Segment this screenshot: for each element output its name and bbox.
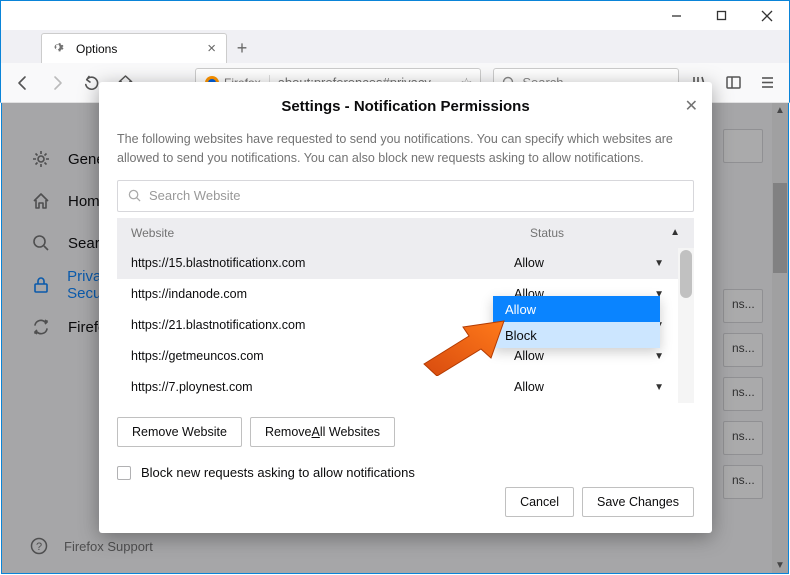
table-header[interactable]: Website Status ▲ [117, 218, 694, 248]
remove-website-button[interactable]: Remove Website [117, 417, 242, 447]
site-url: https://indanode.com [131, 287, 514, 301]
site-url: https://getmeuncos.com [131, 349, 514, 363]
tab-close-icon[interactable]: × [207, 40, 216, 57]
block-new-checkbox-row: Block new requests asking to allow notif… [117, 465, 694, 482]
search-icon [128, 189, 141, 202]
status-select[interactable]: Allow▼ [514, 349, 664, 363]
tab-title: Options [76, 42, 199, 56]
forward-button[interactable] [43, 69, 71, 97]
chevron-down-icon: ▼ [654, 382, 664, 393]
dropdown-option-allow[interactable]: Allow [493, 296, 660, 322]
site-url: https://7.ploynest.com [131, 380, 514, 394]
browser-tab[interactable]: Options × [41, 33, 227, 63]
table-row[interactable]: https://7.ploynest.com Allow▼ [117, 372, 678, 403]
chevron-down-icon: ▼ [654, 351, 664, 362]
dialog-header: Settings - Notification Permissions ✕ [99, 82, 712, 130]
cancel-button[interactable]: Cancel [505, 487, 574, 517]
block-new-checkbox[interactable] [117, 466, 131, 480]
status-dropdown: Allow Block [493, 296, 660, 348]
gear-icon [52, 41, 68, 57]
status-select[interactable]: Allow▼ [514, 380, 664, 394]
back-button[interactable] [9, 69, 37, 97]
new-tab-button[interactable]: + [227, 33, 257, 63]
tab-strip: Options × + [0, 30, 790, 63]
window-titlebar [0, 0, 790, 30]
table-row[interactable]: https://15.blastnotificationx.com Allow▼ [117, 248, 678, 279]
sidebar-toggle-icon[interactable] [719, 69, 747, 97]
maximize-button[interactable] [699, 1, 744, 30]
dialog-title: Settings - Notification Permissions [281, 98, 529, 115]
notification-permissions-dialog: Settings - Notification Permissions ✕ Th… [99, 82, 712, 533]
scroll-thumb[interactable] [680, 250, 692, 298]
list-scrollbar[interactable] [678, 248, 694, 403]
chevron-down-icon: ▼ [654, 258, 664, 269]
remove-all-button[interactable]: Remove All Websites [250, 417, 395, 447]
col-website: Website [131, 226, 530, 240]
sort-caret-icon[interactable]: ▲ [670, 227, 680, 238]
dialog-close-button[interactable]: ✕ [685, 96, 698, 116]
dropdown-option-block[interactable]: Block [493, 322, 660, 348]
dialog-body: The following websites have requested to… [99, 130, 712, 481]
site-url: https://15.blastnotificationx.com [131, 256, 514, 270]
minimize-button[interactable] [654, 1, 699, 30]
row-buttons: Remove Website Remove All Websites [117, 417, 694, 447]
save-changes-button[interactable]: Save Changes [582, 487, 694, 517]
search-placeholder: Search Website [149, 188, 241, 203]
dialog-footer: Cancel Save Changes [99, 481, 712, 533]
search-website-input[interactable]: Search Website [117, 180, 694, 212]
status-select[interactable]: Allow▼ [514, 256, 664, 270]
dialog-intro: The following websites have requested to… [117, 130, 694, 168]
menu-icon[interactable] [753, 69, 781, 97]
site-url: https://21.blastnotificationx.com [131, 318, 514, 332]
checkbox-label: Block new requests asking to allow notif… [141, 465, 694, 480]
col-status: Status ▲ [530, 226, 680, 240]
close-window-button[interactable] [744, 1, 789, 30]
